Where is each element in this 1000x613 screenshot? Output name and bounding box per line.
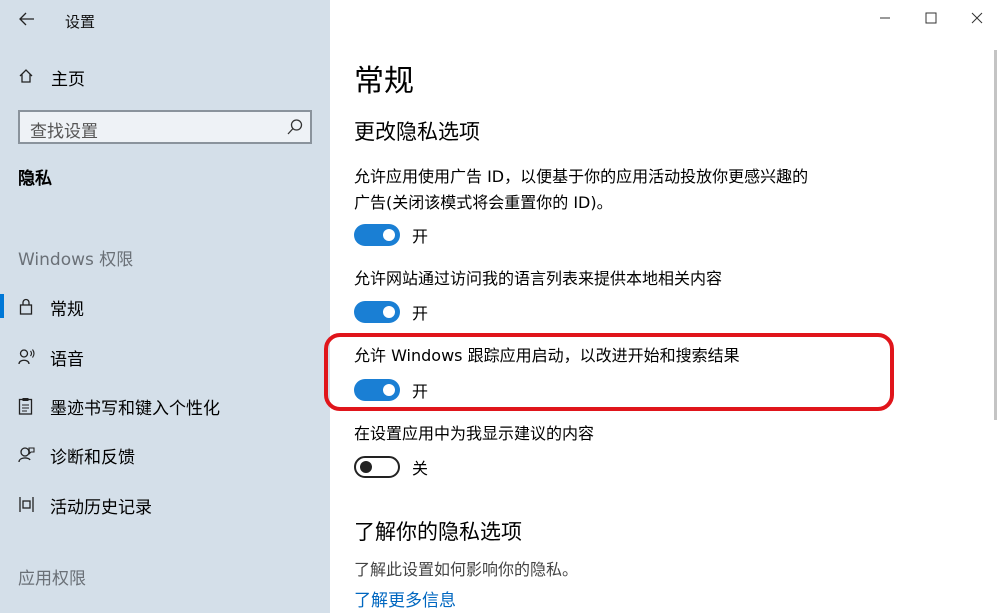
toggle-switch[interactable] — [354, 224, 400, 246]
search-input[interactable]: 查找设置 — [18, 110, 312, 144]
lock-icon — [19, 298, 33, 315]
close-button[interactable] — [954, 0, 1000, 36]
page-title: 常规 — [354, 64, 414, 99]
sidebar-item-general[interactable]: 常规 — [0, 286, 330, 326]
sidebar-item-label: 主页 — [51, 70, 85, 90]
history-icon — [19, 497, 34, 512]
selection-indicator — [0, 294, 4, 318]
back-button[interactable] — [12, 6, 42, 32]
maximize-icon — [925, 12, 937, 24]
clipboard-icon — [18, 398, 33, 415]
search-icon[interactable] — [286, 118, 304, 136]
suggested-content-toggle[interactable]: 关 — [354, 455, 428, 479]
minimize-icon — [880, 17, 890, 19]
sidebar-item-label: 常规 — [50, 300, 84, 320]
title-bar: 设置 — [0, 0, 330, 40]
minimize-button[interactable] — [862, 0, 908, 36]
app-title: 设置 — [65, 13, 96, 31]
section-title-privacy-options: 更改隐私选项 — [354, 120, 480, 144]
home-icon — [19, 69, 33, 83]
back-arrow-icon — [19, 12, 34, 26]
group-label-apps: 应用权限 — [18, 569, 86, 589]
toggle-state-label: 开 — [412, 227, 429, 246]
feedback-icon — [18, 447, 35, 463]
toggle-switch[interactable] — [354, 456, 400, 478]
sidebar-item-feedback[interactable]: 诊断和反馈 — [0, 434, 330, 474]
language-list-toggle[interactable]: 开 — [354, 300, 428, 324]
sidebar: 设置 主页 查找设置 隐私 Windows 权限 常规 语音 墨迹书写和键入个性… — [0, 0, 330, 613]
main-content: 常规 更改隐私选项 允许应用使用广告 ID，以便基于你的应用活动投放你更感兴趣的… — [330, 0, 1000, 613]
learn-privacy-title: 了解你的隐私选项 — [354, 520, 522, 544]
advertising-id-toggle[interactable]: 开 — [354, 223, 428, 247]
toggle-state-label: 关 — [412, 459, 429, 478]
sidebar-item-home[interactable]: 主页 — [0, 60, 330, 92]
voice-icon — [18, 349, 35, 365]
toggle-switch[interactable] — [354, 301, 400, 323]
sidebar-item-voice[interactable]: 语音 — [0, 336, 330, 376]
sidebar-item-label: 诊断和反馈 — [50, 448, 135, 468]
search-placeholder: 查找设置 — [30, 122, 98, 142]
toggle-state-label: 开 — [412, 304, 429, 323]
sidebar-item-inking[interactable]: 墨迹书写和键入个性化 — [0, 385, 330, 425]
option-description: 允许应用使用广告 ID，以便基于你的应用活动投放你更感兴趣的广告(关闭该模式将会… — [354, 167, 809, 212]
window-controls — [862, 0, 1000, 36]
sidebar-item-label: 墨迹书写和键入个性化 — [50, 399, 220, 419]
option-description: 允许网站通过访问我的语言列表来提供本地相关内容 — [354, 269, 723, 288]
maximize-button[interactable] — [908, 0, 954, 36]
learn-more-link[interactable]: 了解更多信息 — [354, 586, 456, 611]
scrollbar[interactable] — [994, 50, 997, 420]
group-label-windows: Windows 权限 — [18, 250, 134, 270]
highlight-annotation — [324, 333, 894, 411]
learn-privacy-description: 了解此设置如何影响你的隐私。 — [354, 560, 579, 579]
sidebar-item-label: 活动历史记录 — [50, 498, 152, 518]
sidebar-item-label: 语音 — [50, 350, 84, 370]
option-description: 在设置应用中为我显示建议的内容 — [354, 424, 595, 443]
section-heading: 隐私 — [18, 169, 52, 189]
close-icon — [971, 12, 983, 24]
sidebar-item-activity-history[interactable]: 活动历史记录 — [0, 484, 330, 524]
